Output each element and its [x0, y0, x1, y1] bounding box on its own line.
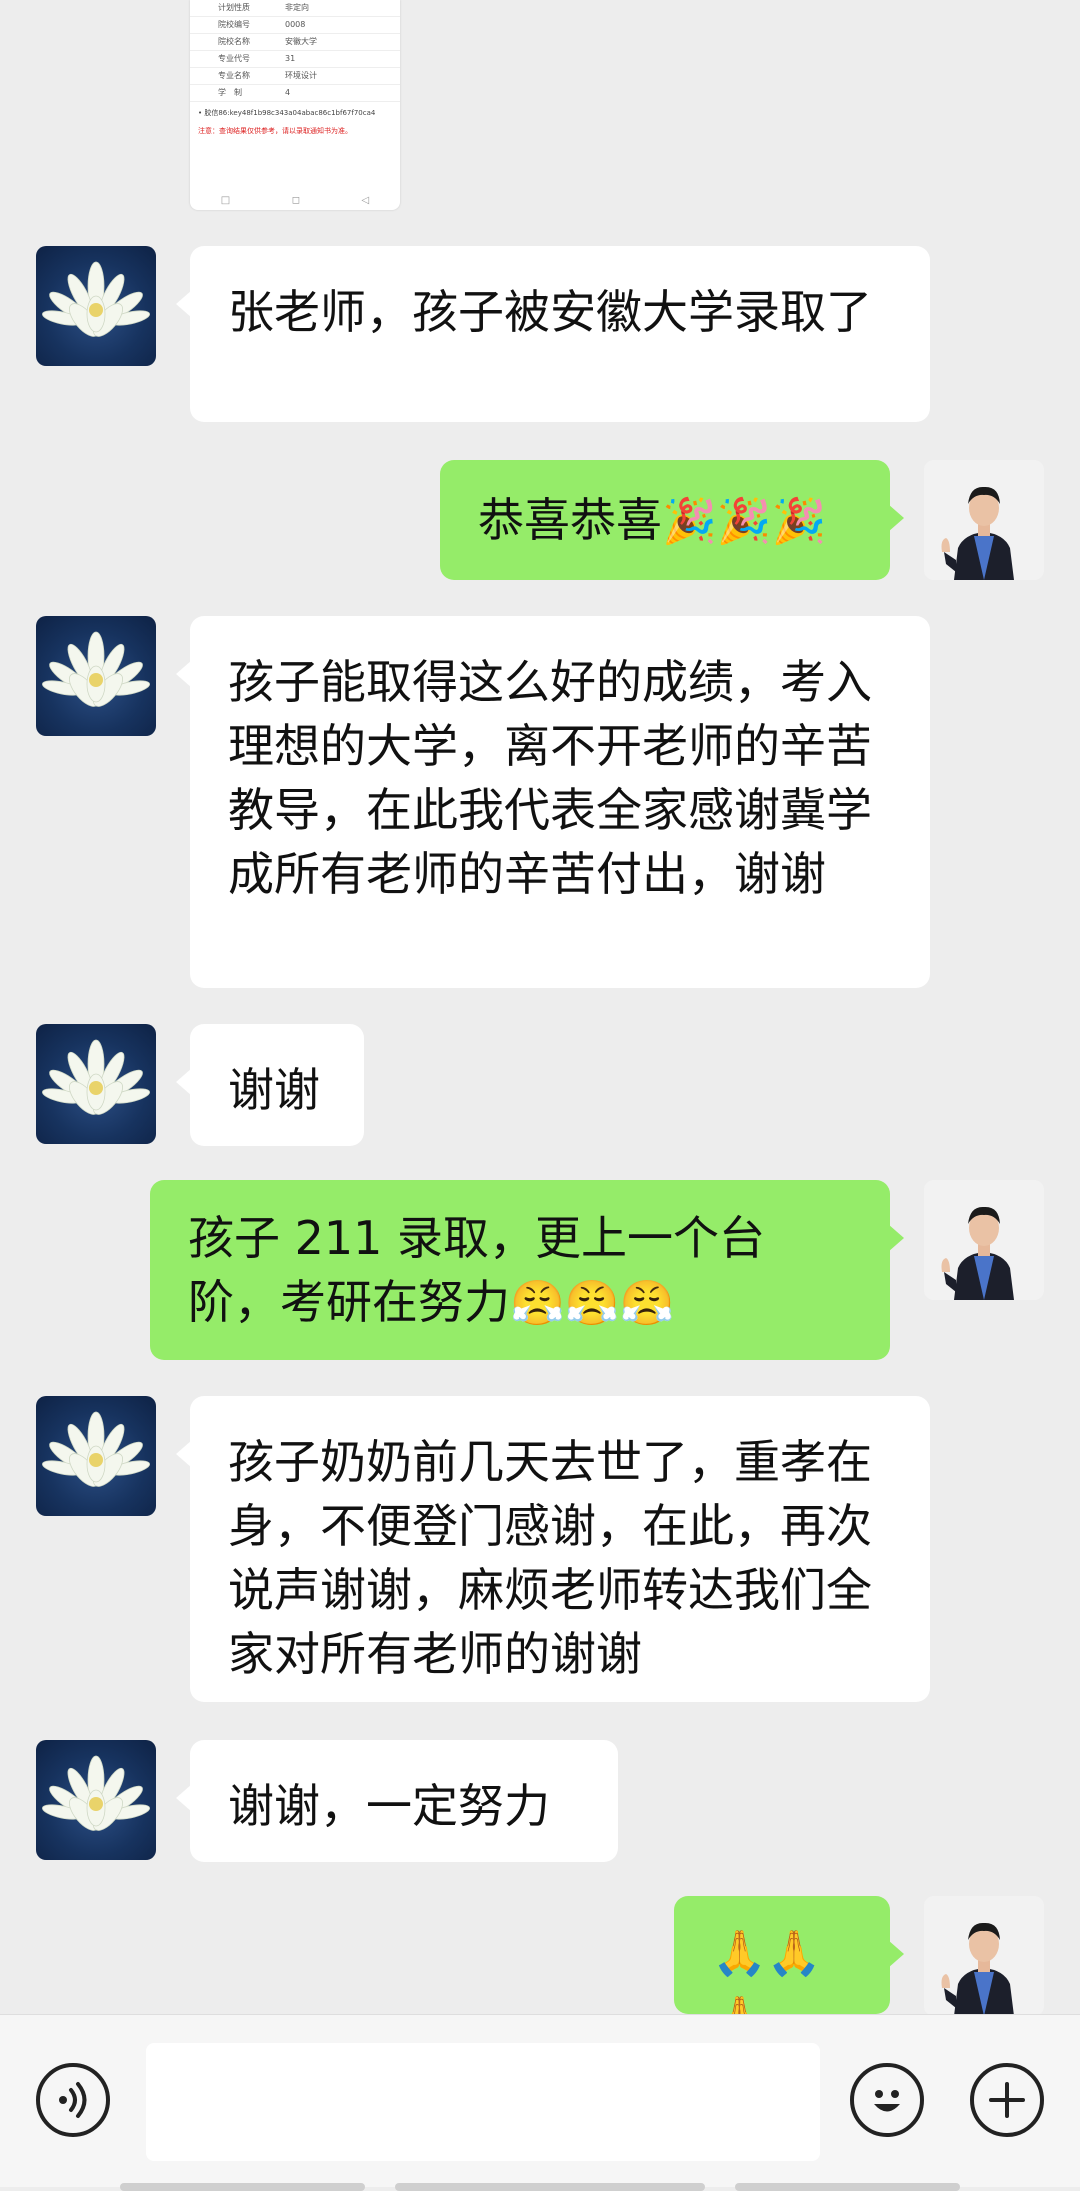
home-indicator [735, 2183, 960, 2191]
voice-icon [59, 2082, 87, 2118]
document-preview-card[interactable]: 计划性质 非定向 院校编号 0008 院校名称 安徽大学 专业代号 31 专业名称 环境设… [190, 0, 400, 210]
teacher-avatar[interactable] [924, 1180, 1044, 1300]
doc-link-text: • 胶信86:key48f1b98c343a04abac86c1bf67f70c… [198, 109, 376, 117]
message-bubble-incoming[interactable]: 孩子奶奶前几天去世了，重孝在身，不便登门感谢，在此，再次说声谢谢，麻烦老师转达我… [176, 1396, 930, 1702]
message-bubble-outgoing[interactable]: 🙏🙏🙏 [674, 1896, 904, 2045]
doc-row: 计划性质 非定向 [190, 0, 400, 17]
doc-row: 院校编号 0008 [190, 17, 400, 34]
contact-avatar[interactable] [36, 1740, 156, 1860]
doc-row: 专业名称 环境设计 [190, 68, 400, 85]
doc-nav-home-icon: ◻ [291, 195, 301, 206]
message-bubble-incoming[interactable]: 谢谢，一定努力 [176, 1740, 618, 1862]
home-indicator [395, 2183, 705, 2191]
doc-row: 院校名称 安徽大学 [190, 34, 400, 51]
emoji-icon [874, 2090, 900, 2112]
lotus-avatar-icon [36, 1740, 156, 1860]
contact-avatar[interactable] [36, 246, 156, 366]
message-bubble-incoming[interactable]: 张老师，孩子被安徽大学录取了 [176, 246, 930, 422]
message-bubble-incoming[interactable]: 孩子能取得这么好的成绩，考入理想的大学，离不开老师的辛苦教导，在此我代表全家感谢… [176, 616, 930, 988]
chat-input-bar [0, 2014, 1080, 2191]
contact-avatar[interactable] [36, 1396, 156, 1516]
teacher-avatar[interactable] [924, 1896, 1044, 2016]
teacher-avatar[interactable] [924, 460, 1044, 580]
doc-row: 学 制4 [190, 85, 400, 102]
plus-icon [989, 2082, 1025, 2118]
teacher-avatar-icon [924, 1896, 1044, 2016]
doc-nav-back-icon: ◁ [361, 195, 370, 206]
more-options-button[interactable] [970, 2063, 1044, 2137]
message-bubble-outgoing[interactable]: 孩子 211 录取，更上一个台阶，考研在努力😤😤😤 [150, 1180, 904, 1360]
party-popper-emoji-icon: 🎉🎉🎉 [662, 496, 827, 547]
contact-avatar[interactable] [36, 616, 156, 736]
message-input[interactable] [146, 2043, 820, 2161]
message-bubble-outgoing[interactable]: 恭喜恭喜🎉🎉🎉 [440, 460, 904, 580]
lotus-avatar-icon [36, 616, 156, 736]
teacher-avatar-icon [924, 460, 1044, 580]
contact-avatar[interactable] [36, 1024, 156, 1144]
doc-nav-bar: □ ◻ ◁ [190, 195, 400, 206]
doc-row: 专业代号 31 [190, 51, 400, 68]
message-bubble-incoming[interactable]: 谢谢 [176, 1024, 364, 1146]
home-indicator [120, 2183, 365, 2191]
voice-button[interactable] [36, 2063, 110, 2137]
lotus-avatar-icon [36, 1024, 156, 1144]
lotus-avatar-icon [36, 246, 156, 366]
doc-note-text: 注意：查询结果仅供参考，请以录取通知书为准。 [198, 127, 352, 135]
teacher-avatar-icon [924, 1180, 1044, 1300]
emoji-button[interactable] [850, 2063, 924, 2137]
lotus-avatar-icon [36, 1396, 156, 1516]
huffing-face-emoji-icon: 😤😤😤 [510, 1278, 675, 1329]
doc-nav-recent-icon: □ [220, 195, 231, 206]
